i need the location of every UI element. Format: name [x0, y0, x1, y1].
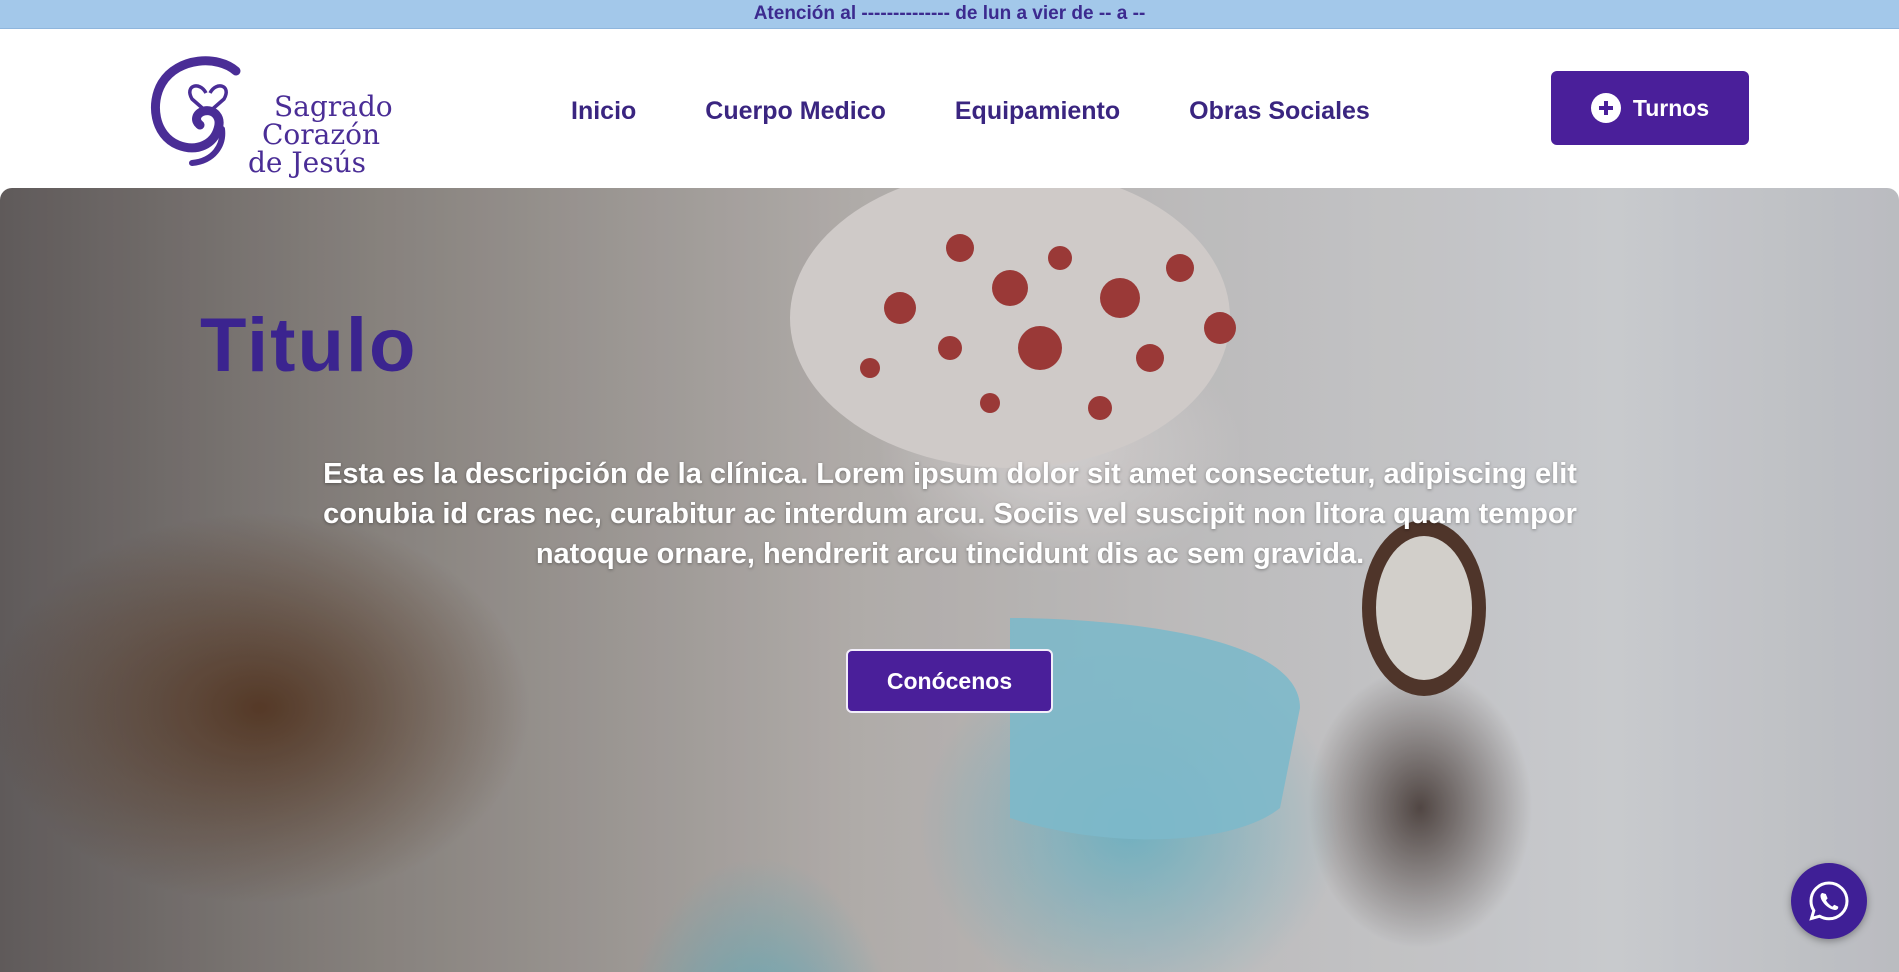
conocenos-button[interactable]: Conócenos — [846, 649, 1053, 713]
hero-section: Titulo Esta es la descripción de la clín… — [0, 188, 1899, 972]
brand-line-3: de Jesús — [248, 146, 366, 179]
brand-line-1: Sagrado — [274, 90, 393, 123]
turnos-button[interactable]: Turnos — [1551, 71, 1749, 145]
turnos-button-label: Turnos — [1632, 94, 1710, 121]
whatsapp-button[interactable] — [1791, 863, 1867, 939]
nav-link-inicio[interactable]: Inicio — [571, 97, 636, 126]
logo-heart-g-icon — [151, 56, 241, 166]
nav-link-equipamiento[interactable]: Equipamiento — [955, 97, 1120, 126]
brand-name: Sagrado Corazón de Jesús — [248, 93, 393, 177]
nav-link-cuerpo-medico[interactable]: Cuerpo Medico — [705, 97, 886, 126]
top-info-bar: Atención al -------------- de lun a vier… — [0, 0, 1899, 29]
plus-circle-icon — [1590, 93, 1621, 123]
top-info-text: Atención al -------------- de lun a vier… — [753, 3, 1146, 24]
brand-line-2: Corazón — [262, 118, 381, 151]
site-header: Sagrado Corazón de Jesús Inicio Cuerpo M… — [0, 29, 1899, 188]
nav-link-obras-sociales[interactable]: Obras Sociales — [1189, 97, 1370, 126]
hero-title: Titulo — [200, 303, 418, 388]
hero-description: Esta es la descripción de la clínica. Lo… — [323, 458, 1577, 570]
main-nav: Inicio Cuerpo Medico Equipamiento Obras … — [571, 93, 1370, 129]
whatsapp-icon — [1809, 881, 1849, 921]
brand-logo[interactable]: Sagrado Corazón de Jesús — [148, 53, 408, 177]
